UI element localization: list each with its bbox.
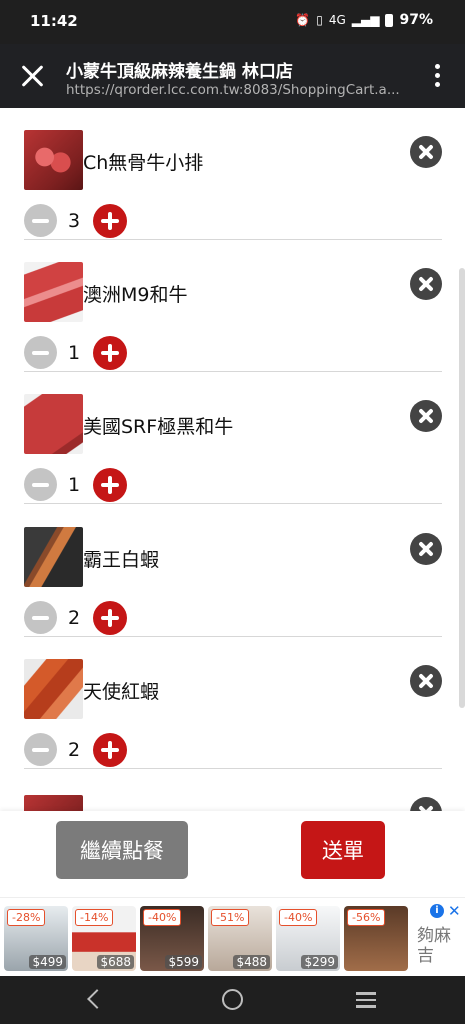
recents-icon[interactable] xyxy=(356,992,376,1008)
remove-item-button[interactable] xyxy=(410,268,442,300)
continue-ordering-button[interactable]: 繼續點餐 xyxy=(56,821,188,879)
item-thumbnail xyxy=(24,527,83,587)
ad-discount-badge: -14% xyxy=(75,909,114,926)
status-time: 11:42 xyxy=(30,12,78,30)
cart-item-partial xyxy=(24,769,442,811)
item-quantity: 2 xyxy=(68,739,81,761)
page-url: https://qrorder.lcc.com.tw:8083/Shopping… xyxy=(66,82,400,98)
decrease-qty-button[interactable] xyxy=(24,336,57,369)
cart-item: Ch無骨牛小排 3 xyxy=(24,108,442,240)
item-thumbnail xyxy=(24,659,83,719)
page-title: 小蒙牛頂級麻辣養生鍋 林口店 xyxy=(66,62,293,82)
remove-item-button[interactable] xyxy=(410,400,442,432)
decrease-qty-button[interactable] xyxy=(24,733,57,766)
remove-item-button[interactable] xyxy=(410,797,442,811)
item-quantity: 1 xyxy=(68,474,81,496)
ad-price: $499 xyxy=(29,955,66,969)
ad-price: $599 xyxy=(165,955,202,969)
home-icon[interactable] xyxy=(222,989,243,1010)
cart-item: 霸王白蝦 2 xyxy=(24,505,442,637)
vibrate-icon: ▯ xyxy=(316,13,323,27)
ad-brand-logo: 夠麻吉 xyxy=(417,926,451,966)
ad-product[interactable]: -51% $488 xyxy=(208,906,272,971)
item-quantity: 2 xyxy=(68,607,81,629)
system-nav-bar xyxy=(0,976,465,1024)
status-icons: ⏰ ▯ 4G ▂▄▆ 97% xyxy=(295,12,433,28)
ad-price: $688 xyxy=(97,955,134,969)
item-thumbnail xyxy=(24,130,83,190)
ad-price: $299 xyxy=(301,955,338,969)
ad-price: $488 xyxy=(233,955,270,969)
network-type: 4G xyxy=(328,13,346,27)
remove-item-button[interactable] xyxy=(410,136,442,168)
increase-qty-button[interactable] xyxy=(93,468,127,502)
item-thumbnail xyxy=(24,262,83,322)
item-name: Ch無骨牛小排 xyxy=(83,152,204,174)
battery-percent: 97% xyxy=(399,12,433,28)
ad-product[interactable]: -40% $299 xyxy=(276,906,340,971)
decrease-qty-button[interactable] xyxy=(24,468,57,501)
item-quantity: 1 xyxy=(68,342,81,364)
item-thumbnail xyxy=(24,795,83,811)
ad-banner: -28% $499 -14% $688 -40% $599 -51% $488 … xyxy=(0,897,465,976)
item-thumbnail xyxy=(24,394,83,454)
item-quantity: 3 xyxy=(68,210,81,232)
more-options-icon[interactable] xyxy=(433,64,441,90)
increase-qty-button[interactable] xyxy=(93,733,127,767)
ad-product[interactable]: -40% $599 xyxy=(140,906,204,971)
scrollbar[interactable] xyxy=(459,268,465,708)
cart-item: 美國SRF極黑和牛 1 xyxy=(24,372,442,504)
ad-product[interactable]: -28% $499 xyxy=(4,906,68,971)
alarm-icon: ⏰ xyxy=(295,13,311,27)
decrease-qty-button[interactable] xyxy=(24,601,57,634)
item-name: 美國SRF極黑和牛 xyxy=(83,416,234,438)
back-icon[interactable] xyxy=(87,989,107,1009)
submit-order-button[interactable]: 送單 xyxy=(301,821,385,879)
ad-discount-badge: -40% xyxy=(143,909,182,926)
bottom-actions: 繼續點餐 送單 xyxy=(0,811,465,897)
cart-item: 澳洲M9和牛 1 xyxy=(24,240,442,372)
item-name: 天使紅蝦 xyxy=(83,681,160,703)
ad-discount-badge: -28% xyxy=(7,909,46,926)
item-name: 霸王白蝦 xyxy=(83,549,160,571)
ad-product[interactable]: -14% $688 xyxy=(72,906,136,971)
increase-qty-button[interactable] xyxy=(93,336,127,370)
app-bar: 小蒙牛頂級麻辣養生鍋 林口店 https://qrorder.lcc.com.t… xyxy=(0,44,465,108)
increase-qty-button[interactable] xyxy=(93,601,127,635)
cart-item: 天使紅蝦 2 xyxy=(24,637,442,769)
cart-list: Ch無骨牛小排 3 澳洲M9和牛 1 美國SRF極黑和牛 1 霸王白蝦 2 天使… xyxy=(0,108,465,811)
remove-item-button[interactable] xyxy=(410,665,442,697)
increase-qty-button[interactable] xyxy=(93,204,127,238)
ad-discount-badge: -51% xyxy=(211,909,250,926)
decrease-qty-button[interactable] xyxy=(24,204,57,237)
signal-icon: ▂▄▆ xyxy=(351,13,380,27)
close-icon[interactable] xyxy=(18,62,46,90)
ad-info-icon[interactable]: i xyxy=(430,904,444,918)
remove-item-button[interactable] xyxy=(410,533,442,565)
ad-discount-badge: -40% xyxy=(279,909,318,926)
ad-close-icon[interactable]: ✕ xyxy=(448,902,461,920)
ad-discount-badge: -56% xyxy=(347,909,386,926)
ad-product[interactable]: -56% xyxy=(344,906,408,971)
item-name: 澳洲M9和牛 xyxy=(83,284,188,306)
battery-icon xyxy=(385,13,394,27)
status-bar: 11:42 ⏰ ▯ 4G ▂▄▆ 97% xyxy=(0,0,465,44)
